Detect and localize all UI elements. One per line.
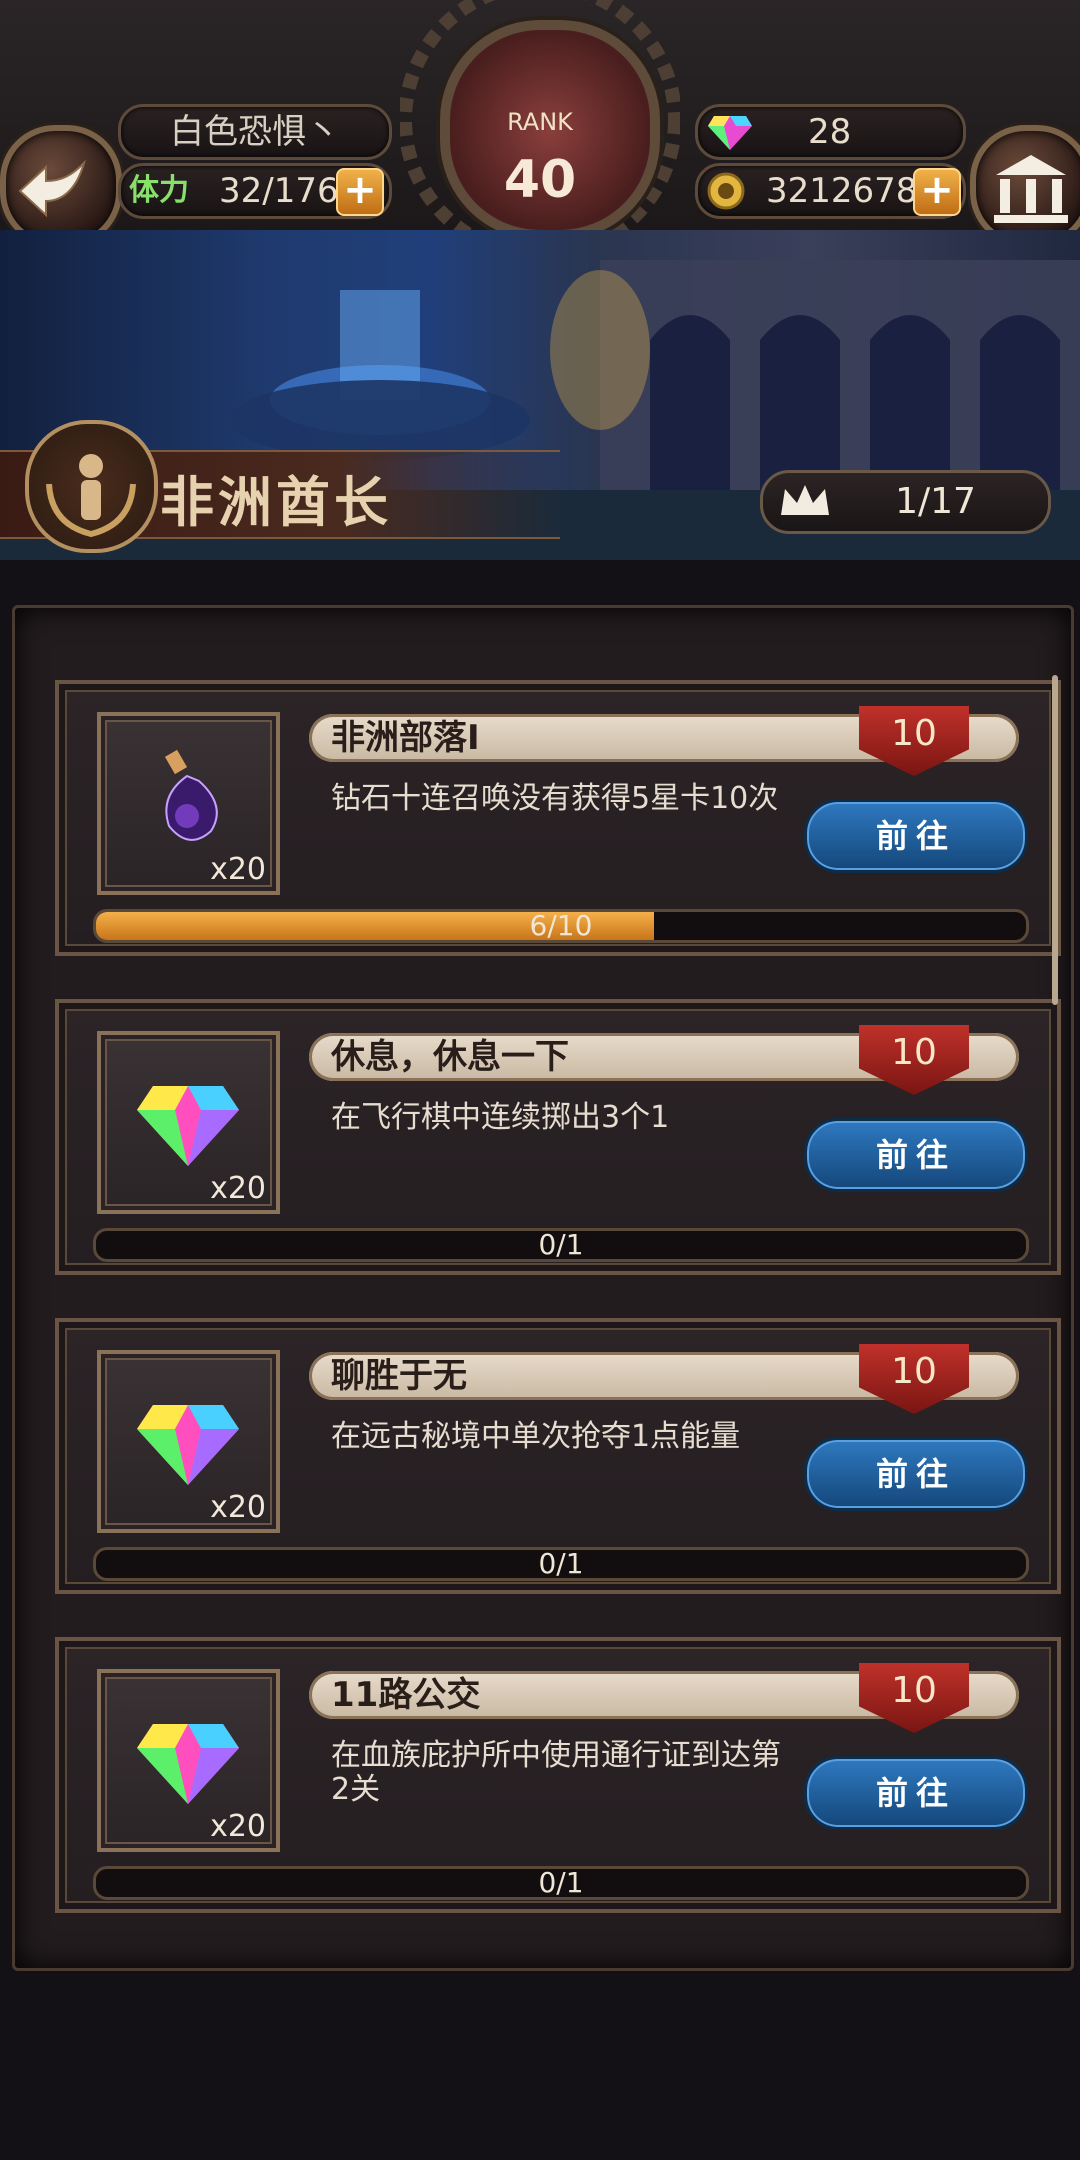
task-description: 在飞行棋中连续掷出3个1 xyxy=(331,1100,670,1135)
add-gold-button[interactable]: + xyxy=(913,168,961,216)
gem-balance: 28 xyxy=(695,104,966,160)
task-name: 聊胜于无 xyxy=(331,1356,467,1396)
list-scrollbar[interactable] xyxy=(1052,675,1058,1005)
task-progress-bar: 0/1 xyxy=(93,1866,1029,1900)
go-button[interactable]: 前往 xyxy=(804,799,1028,873)
task-progress-bar: 0/1 xyxy=(93,1228,1029,1262)
reward-quantity: x20 xyxy=(210,1171,266,1206)
task-card: x20 休息，休息一下 10 在飞行棋中连续掷出3个1 前往 0/1 xyxy=(55,999,1061,1275)
pillars-icon xyxy=(994,155,1068,223)
stamina-value: 32/176 xyxy=(219,171,339,211)
task-card: x20 聊胜于无 10 在远古秘境中单次抢夺1点能量 前往 0/1 xyxy=(55,1318,1061,1594)
reward-count: 10 xyxy=(891,1351,937,1392)
stamina-label: 体力 xyxy=(129,173,189,208)
rainbow-gem-icon xyxy=(137,1086,239,1166)
rank-emblem: RANK 40 xyxy=(400,0,680,240)
player-name: 白色恐惧丶 xyxy=(118,104,392,160)
task-name: 11路公交 xyxy=(331,1675,481,1715)
reward-quantity: x20 xyxy=(210,1490,266,1525)
go-button[interactable]: 前往 xyxy=(804,1756,1028,1830)
gold-coin-icon xyxy=(707,172,745,210)
reward-quantity: x20 xyxy=(210,1809,266,1844)
task-card: x20 非洲部落Ⅰ 10 钻石十连召唤没有获得5星卡10次 前往 6/10 xyxy=(55,680,1061,956)
add-stamina-button[interactable]: + xyxy=(336,168,384,216)
rank-value: 40 xyxy=(503,150,577,210)
reward-count-flag: 10 xyxy=(859,1025,969,1095)
go-button[interactable]: 前往 xyxy=(804,1437,1028,1511)
rank-label: RANK xyxy=(507,108,573,136)
laurel-emblem-icon xyxy=(25,420,158,553)
reward-count: 10 xyxy=(891,1670,937,1711)
task-description: 在远古秘境中单次抢夺1点能量 xyxy=(331,1419,741,1454)
achievement-progress-text: 1/17 xyxy=(895,481,976,522)
gem-icon xyxy=(708,116,752,150)
task-progress-text: 0/1 xyxy=(538,1866,584,1899)
reward-count: 10 xyxy=(891,1032,937,1073)
reward-count: 10 xyxy=(891,713,937,754)
reward-item-slot[interactable]: x20 xyxy=(97,1031,280,1214)
task-name: 非洲部落Ⅰ xyxy=(331,718,480,758)
reward-item-slot[interactable]: x20 xyxy=(97,1669,280,1852)
reward-item-slot[interactable]: x20 xyxy=(97,712,280,895)
task-description: 钻石十连召唤没有获得5星卡10次 xyxy=(331,781,779,816)
potion-icon xyxy=(164,749,218,841)
reward-count-flag: 10 xyxy=(859,1344,969,1414)
gem-count: 28 xyxy=(808,112,852,152)
museum-button[interactable] xyxy=(970,125,1080,247)
task-progress-text: 6/10 xyxy=(529,909,593,942)
task-progress-bar: 6/10 xyxy=(93,909,1029,943)
back-button[interactable] xyxy=(0,125,122,247)
reward-count-flag: 10 xyxy=(859,706,969,776)
rainbow-gem-icon xyxy=(137,1405,239,1485)
task-progress-text: 0/1 xyxy=(538,1547,584,1580)
back-arrow-icon xyxy=(18,159,87,218)
rainbow-gem-icon xyxy=(137,1724,239,1804)
reward-quantity: x20 xyxy=(210,852,266,887)
reward-item-slot[interactable]: x20 xyxy=(97,1350,280,1533)
task-progress-text: 0/1 xyxy=(538,1228,584,1261)
task-card: x20 11路公交 10 在血族庇护所中使用通行证到达第2关 前往 0/1 xyxy=(55,1637,1061,1913)
reward-count-flag: 10 xyxy=(859,1663,969,1733)
task-list-panel: x20 非洲部落Ⅰ 10 钻石十连召唤没有获得5星卡10次 前往 6/10 x2… xyxy=(12,605,1074,1971)
task-name: 休息，休息一下 xyxy=(331,1037,569,1077)
go-button[interactable]: 前往 xyxy=(804,1118,1028,1192)
achievement-title: 非洲酋长 xyxy=(160,470,392,534)
task-progress-bar: 0/1 xyxy=(93,1547,1029,1581)
achievement-progress: 1/17 xyxy=(760,470,1051,534)
task-description: 在血族庇护所中使用通行证到达第2关 xyxy=(331,1738,781,1807)
gold-count: 3212678 xyxy=(766,171,918,211)
